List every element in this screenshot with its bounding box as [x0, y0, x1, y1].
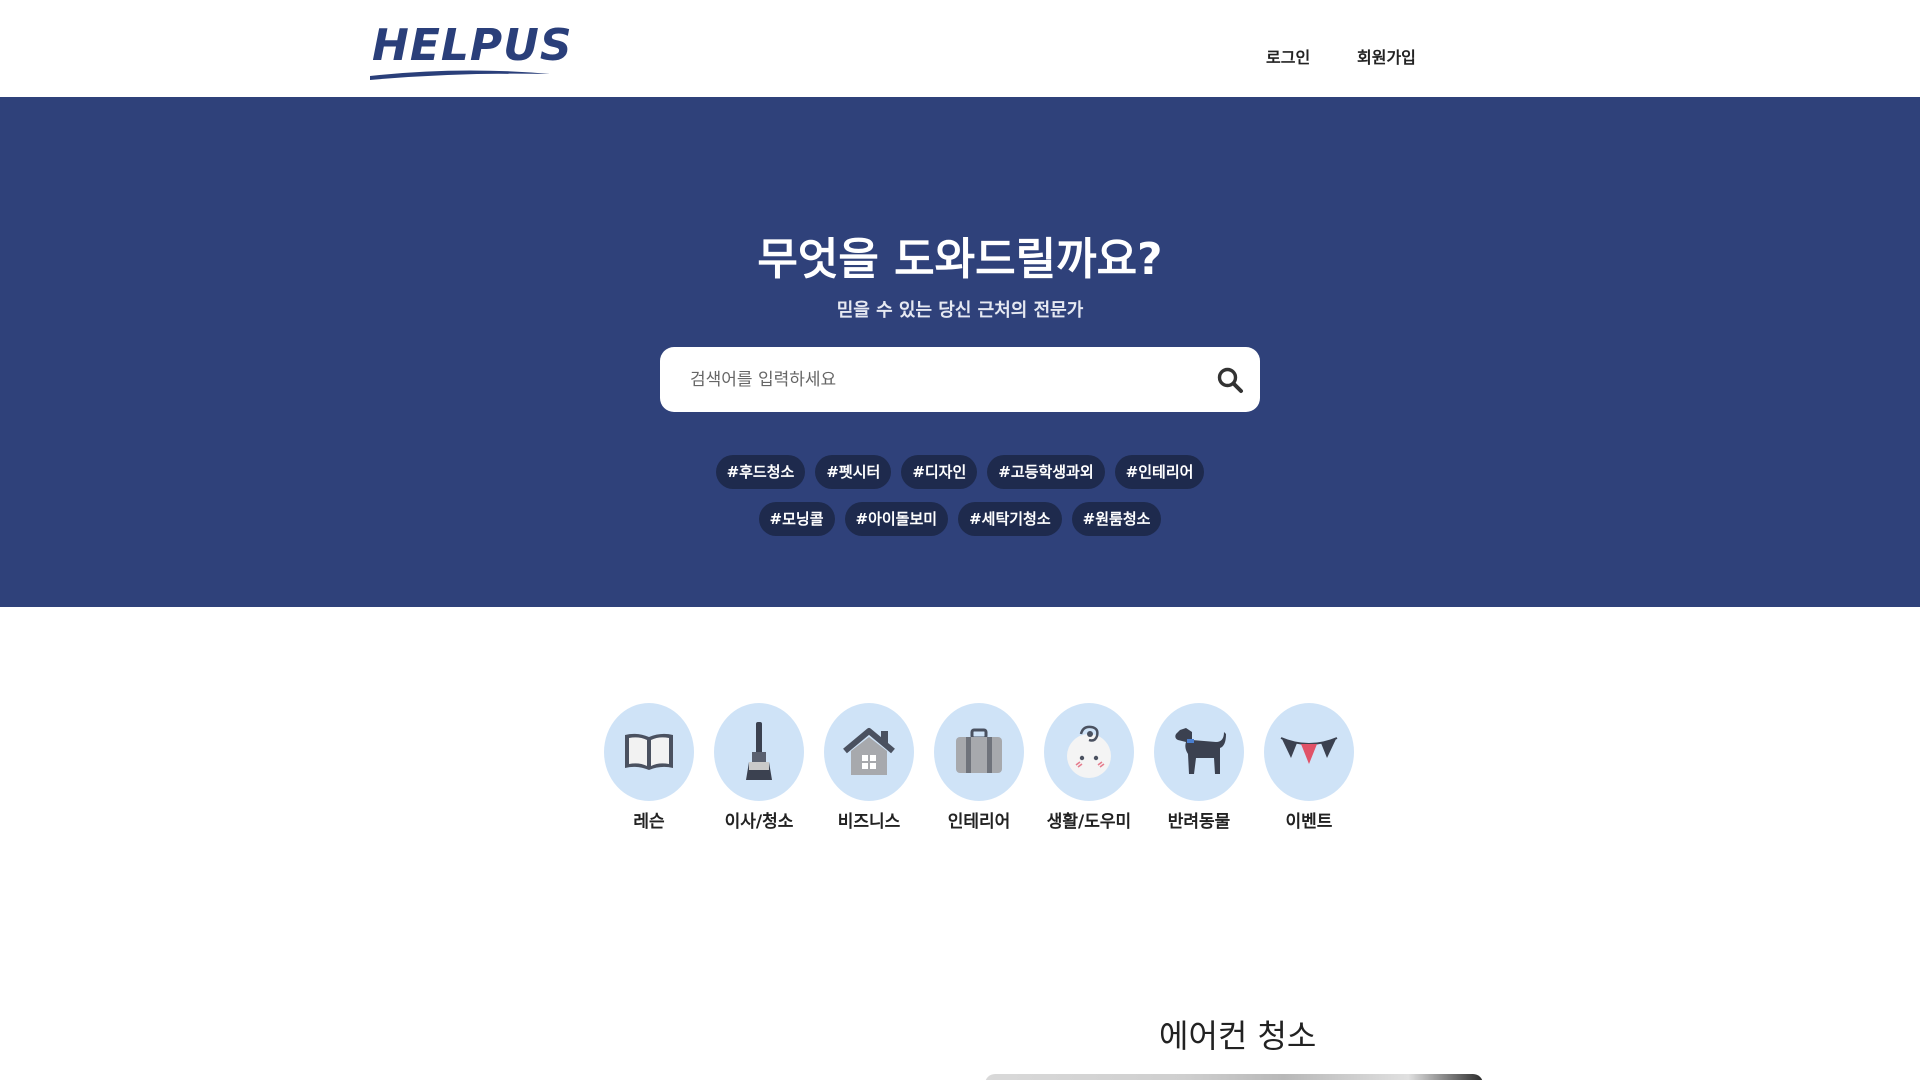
book-icon [625, 733, 673, 770]
header: HELPUS 로그인 회원가입 [0, 0, 1920, 97]
category-label: 이벤트 [1285, 812, 1333, 832]
category-event[interactable]: 이벤트 [1264, 703, 1354, 832]
brush-icon [746, 722, 772, 780]
category-icon-circle [824, 703, 914, 801]
search-input[interactable] [690, 347, 1170, 412]
tag-list-row-2: #모닝콜 #아이돌보미 #세탁기청소 #원룸청소 [0, 502, 1920, 536]
tag-chip[interactable]: #모닝콜 [758, 502, 835, 536]
category-pets[interactable]: 반려동물 [1154, 703, 1244, 832]
search-box [660, 347, 1260, 412]
category-life-helper[interactable]: 생활/도우미 [1044, 703, 1134, 832]
tag-chip[interactable]: #아이돌보미 [844, 502, 949, 536]
category-icon-circle [1154, 703, 1244, 801]
hero-subtitle: 믿을 수 있는 당신 근처의 전문가 [836, 300, 1084, 321]
section-title: 에어컨 청소 [1159, 1017, 1317, 1055]
tag-chip[interactable]: #세탁기청소 [958, 502, 1062, 536]
suitcase-icon [956, 728, 1002, 773]
tag-chip[interactable]: #디자인 [901, 455, 978, 489]
category-business[interactable]: 비즈니스 [824, 703, 914, 832]
section-preview-image[interactable] [985, 1074, 1483, 1080]
search-icon[interactable] [1216, 366, 1244, 394]
dog-icon [1175, 728, 1226, 774]
baby-icon [1067, 725, 1111, 778]
logo-swoosh-icon [370, 70, 550, 80]
category-icon-circle [714, 703, 804, 801]
category-list: 레슨 이사/청소 비즈니스 인테리어 생활/도우미 반려동물 이벤트 [604, 703, 1354, 832]
category-icon-circle [1044, 703, 1134, 801]
logo[interactable]: HELPUS [370, 18, 572, 82]
category-label: 이사/청소 [724, 812, 794, 832]
hero-title: 무엇을 도와드릴까요? [757, 234, 1163, 285]
tag-chip[interactable]: #원룸청소 [1071, 502, 1162, 536]
signup-link[interactable]: 회원가입 [1357, 44, 1416, 68]
category-label: 생활/도우미 [1046, 812, 1132, 832]
category-label: 레슨 [633, 812, 665, 832]
category-moving-cleaning[interactable]: 이사/청소 [714, 703, 804, 832]
tag-chip[interactable]: #펫시터 [815, 455, 892, 489]
hero-banner: 무엇을 도와드릴까요? 믿을 수 있는 당신 근처의 전문가 #후드청소 #펫시… [0, 97, 1920, 607]
tag-list-row-1: #후드청소 #펫시터 #디자인 #고등학생과외 #인테리어 [0, 455, 1920, 489]
category-interior[interactable]: 인테리어 [934, 703, 1024, 832]
tag-chip[interactable]: #후드청소 [715, 455, 806, 489]
bunting-icon [1280, 737, 1338, 764]
tag-chip[interactable]: #인테리어 [1114, 455, 1205, 489]
category-icon-circle [934, 703, 1024, 801]
house-icon [843, 728, 895, 775]
tag-chip[interactable]: #고등학생과외 [987, 455, 1105, 489]
category-icon-circle [1264, 703, 1354, 801]
login-link[interactable]: 로그인 [1266, 44, 1310, 68]
category-label: 반려동물 [1167, 812, 1231, 832]
category-label: 인테리어 [947, 812, 1011, 832]
category-lesson[interactable]: 레슨 [604, 703, 694, 832]
category-label: 비즈니스 [837, 812, 901, 832]
category-icon-circle [604, 703, 694, 801]
